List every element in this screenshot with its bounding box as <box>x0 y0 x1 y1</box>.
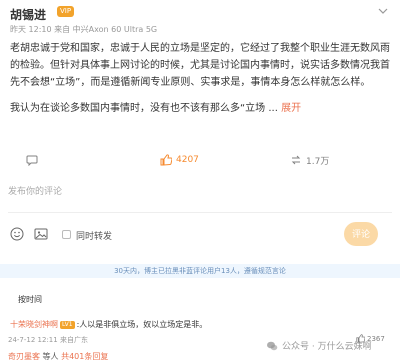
wechat-icon <box>267 341 278 350</box>
comment-meta: 24-7-12 12:11 来自广东 <box>8 336 88 344</box>
watermark-text: 公众号 · 万什么云妹啊 <box>282 342 372 352</box>
comment-icon <box>26 155 38 166</box>
post-body: 老胡忠诚于党和国家，忠诚于人民的立场是坚定的，它经过了我整个职业生涯无数风雨的检… <box>10 40 392 117</box>
reply-author[interactable]: 奇刃墨客 <box>8 352 40 361</box>
post-meta: 昨天 12:10 来自 中兴Axon 60 Ultra 5G <box>10 25 158 34</box>
reply-summary[interactable]: 奇刃墨客 等人 共401条回复 <box>8 351 108 362</box>
reply-mid: 等人 <box>42 352 59 361</box>
submit-comment-button[interactable]: 评论 <box>344 222 378 246</box>
chevron-down-icon[interactable] <box>378 6 388 16</box>
repost-checkbox[interactable] <box>62 230 71 239</box>
post-actions: 4207 1.7万 <box>0 150 400 170</box>
block-notice: 30天内，博主已拉黑非蓝评论用户13人，遵循规范言论 <box>0 264 400 278</box>
reply-count[interactable]: 共401条回复 <box>61 352 108 361</box>
author-name[interactable]: 胡锡进 <box>10 6 46 23</box>
level-badge: LV1 <box>60 321 75 329</box>
repost-label: 同时转发 <box>76 232 113 242</box>
repost-count: 1.7万 <box>306 156 330 167</box>
comment-item: 十荣晓剑神啊 LV1:人以是非俱立场，奴以立场定是非。 <box>10 319 390 330</box>
repost-action[interactable]: 1.7万 <box>290 150 329 170</box>
post-header: 胡锡进 VIP 昨天 12:10 来自 中兴Axon 60 Ultra 5G <box>0 0 400 40</box>
repost-icon <box>291 155 301 165</box>
divider <box>8 212 392 213</box>
comment-toolbar: 同时转发 <box>0 225 400 245</box>
image-icon[interactable] <box>34 227 48 241</box>
commenter-name[interactable]: 十荣晓剑神啊 <box>10 320 58 329</box>
emoji-icon[interactable] <box>10 227 24 241</box>
vip-badge: VIP <box>57 6 75 17</box>
comment-text: :人以是非俱立场，奴以立场定是非。 <box>76 320 208 329</box>
comment-input[interactable]: 发布你的评论 <box>0 183 400 201</box>
watermark: 公众号 · 万什么云妹啊 <box>266 339 372 352</box>
post-paragraph-2-text: 我认为在谈论多数国内事情时，没有也不该有那么多“立场 ... <box>10 103 278 114</box>
post-paragraph-1: 老胡忠诚于党和国家，忠诚于人民的立场是坚定的，它经过了我整个职业生涯无数风雨的检… <box>10 43 390 88</box>
sort-by-time-tab[interactable]: 按时间 <box>18 294 42 305</box>
like-count: 4207 <box>176 155 199 165</box>
comment-action[interactable] <box>26 150 42 170</box>
post-paragraph-2: 我认为在谈论多数国内事情时，没有也不该有那么多“立场 ... 展开 <box>10 100 392 117</box>
thumbs-up-icon <box>160 154 172 166</box>
expand-link[interactable]: 展开 <box>281 103 301 114</box>
like-action[interactable]: 4207 <box>160 150 199 170</box>
